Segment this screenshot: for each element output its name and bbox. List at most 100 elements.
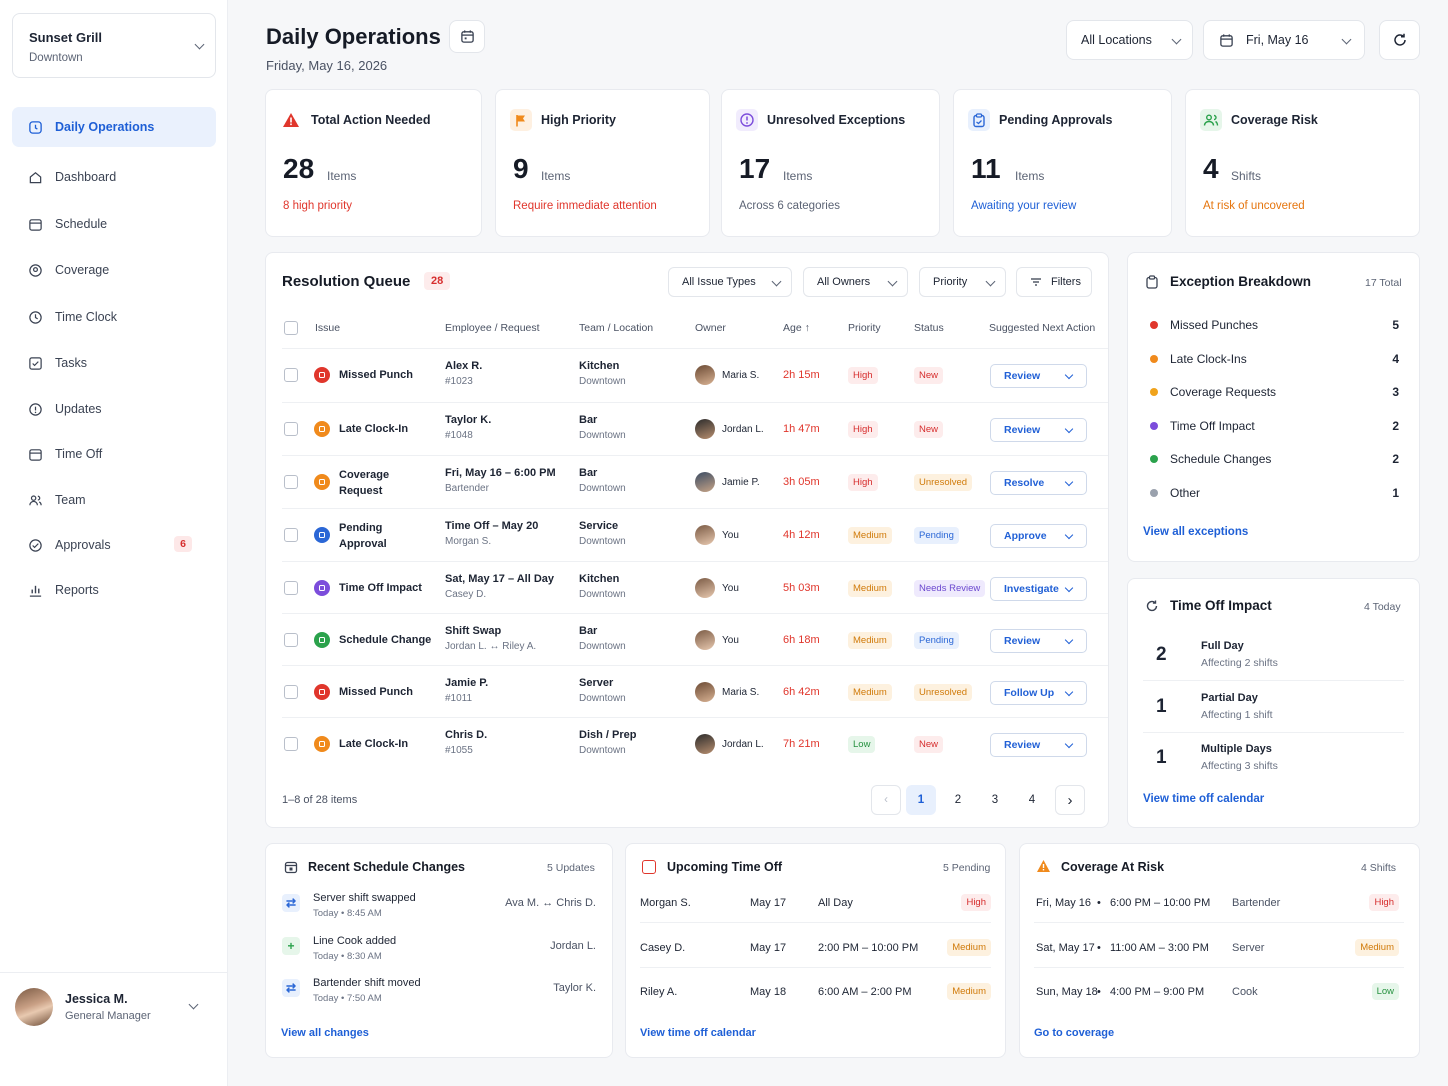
- calendar-icon: [29, 218, 42, 231]
- breakdown-label: Late Clock-Ins: [1170, 351, 1247, 366]
- chevron-down-icon: [194, 39, 205, 50]
- employee-name: Shift Swap: [445, 625, 502, 637]
- approvals-icon: [29, 538, 42, 552]
- employee-name: Time Off – May 20: [445, 520, 539, 532]
- row-checkbox[interactable]: [284, 737, 298, 751]
- select-all-checkbox[interactable]: [284, 321, 298, 335]
- impact-title: Multiple Days: [1201, 743, 1272, 755]
- sidebar-item-approvals[interactable]: Approvals 6: [12, 525, 216, 565]
- view-all-exceptions-link[interactable]: View all exceptions: [1143, 526, 1248, 538]
- table-row[interactable]: Pending Approval Time Off – May 20 Morgan …: [282, 508, 1108, 561]
- page-button-4[interactable]: 4: [1017, 785, 1047, 815]
- location-filter[interactable]: All Locations: [1066, 20, 1193, 60]
- table-row[interactable]: Missed Punch Jamie P. #1011 Server Downtown M…: [282, 665, 1108, 718]
- sidebar-item-tasks[interactable]: Tasks: [12, 343, 216, 383]
- table-row[interactable]: Missed Punch Alex R. #1023 Kitchen Downtown M…: [282, 348, 1108, 401]
- page-button-3[interactable]: 3: [980, 785, 1010, 815]
- next-action-button[interactable]: Review: [990, 733, 1087, 757]
- stat-card-coverage-risk[interactable]: Coverage Risk 4 Shifts At risk of uncovered: [1185, 89, 1420, 237]
- sidebar-item-dashboard[interactable]: Dashboard: [12, 157, 216, 197]
- stat-label: Pending Approvals: [999, 113, 1113, 127]
- upcoming-calendar-link[interactable]: View time off calendar: [640, 1027, 756, 1039]
- location-sub: Downtown: [29, 52, 83, 64]
- page-title: Daily Operations: [266, 24, 441, 49]
- warning-icon: [1037, 860, 1050, 872]
- employee-request: Taylor K. #1048: [445, 413, 491, 443]
- sidebar-item-updates[interactable]: Updates: [12, 389, 216, 429]
- queue-count-badge: 28: [424, 272, 451, 290]
- owner-name: You: [722, 635, 739, 646]
- go-to-coverage-link[interactable]: Go to coverage: [1034, 1027, 1114, 1039]
- table-row[interactable]: Late Clock-In Taylor K. #1048 Bar Downtown Jo…: [282, 402, 1108, 455]
- table-row[interactable]: Coverage Request Fri, May 16 – 6:00 PM Bar…: [282, 455, 1108, 508]
- date-filter[interactable]: Fri, May 16: [1203, 20, 1365, 60]
- next-page-button[interactable]: ›: [1055, 785, 1085, 815]
- issue-type-filter[interactable]: All Issue Types: [668, 267, 792, 297]
- stat-subtext: Require immediate attention: [513, 200, 657, 212]
- stat-card-unresolved-exceptions[interactable]: Unresolved Exceptions 17 Items Across 6 cat…: [721, 89, 940, 237]
- refresh-icon: [1393, 33, 1406, 46]
- sidebar-item-daily-operations[interactable]: Daily Operations: [12, 107, 216, 147]
- filters-button[interactable]: Filters: [1016, 267, 1092, 297]
- upcoming-meta: 5 Pending: [943, 862, 991, 874]
- user-menu[interactable]: Jessica M. General Manager: [0, 972, 228, 1050]
- sidebar-item-schedule[interactable]: Schedule: [12, 204, 216, 244]
- row-checkbox[interactable]: [284, 581, 298, 595]
- row-checkbox[interactable]: [284, 528, 298, 542]
- stat-label: High Priority: [541, 113, 617, 127]
- row-checkbox[interactable]: [284, 422, 298, 436]
- priority-filter-label: Priority: [933, 276, 968, 288]
- next-action-button[interactable]: Review: [990, 364, 1087, 388]
- stat-card-total-action-needed[interactable]: Total Action Needed 28 Items 8 high priorit…: [265, 89, 482, 237]
- stat-card-pending-approvals[interactable]: Pending Approvals 11 Items Awaiting your re…: [953, 89, 1172, 237]
- team-icon: [29, 494, 42, 505]
- owner-avatar: [695, 365, 715, 385]
- calendar-icon: [1220, 33, 1233, 47]
- view-time-off-calendar-link[interactable]: View time off calendar: [1143, 793, 1264, 805]
- location-selector[interactable]: Sunset Grill Downtown: [12, 13, 216, 78]
- row-checkbox[interactable]: [284, 633, 298, 647]
- sidebar-item-time-off[interactable]: Time Off: [12, 434, 216, 474]
- issue-glyph-icon: [319, 532, 325, 538]
- refresh-button[interactable]: [1379, 20, 1420, 60]
- next-action-button[interactable]: Review: [990, 418, 1087, 442]
- clipboard-check-icon: [968, 109, 990, 131]
- view-all-changes-link[interactable]: View all changes: [281, 1027, 369, 1039]
- sidebar: Sunset Grill Downtown Daily Operations Da…: [0, 0, 228, 1086]
- sidebar-item-time-clock[interactable]: Time Clock: [12, 297, 216, 337]
- next-action-button[interactable]: Review: [990, 629, 1087, 653]
- stat-card-high-priority[interactable]: High Priority 9 Items Require immediate att…: [495, 89, 710, 237]
- user-name: Jessica M.: [65, 992, 128, 1006]
- row-checkbox[interactable]: [284, 685, 298, 699]
- priority-filter[interactable]: Priority: [919, 267, 1006, 297]
- table-row[interactable]: Late Clock-In Chris D. #1055 Dish / Prep Dow…: [282, 717, 1108, 770]
- owner-filter[interactable]: All Owners: [803, 267, 908, 297]
- calendar-button[interactable]: [449, 20, 485, 53]
- next-action-button[interactable]: Investigate: [990, 577, 1087, 601]
- impact-sub: Affecting 3 shifts: [1201, 760, 1278, 772]
- prev-page-button[interactable]: ‹: [871, 785, 901, 815]
- page-button-1[interactable]: 1: [906, 785, 936, 815]
- time-off-hours: 2:00 PM – 10:00 PM: [818, 941, 919, 954]
- employee-name: Sat, May 17 – All Day: [445, 573, 555, 585]
- row-checkbox[interactable]: [284, 475, 298, 489]
- sidebar-item-coverage[interactable]: Coverage: [12, 250, 216, 290]
- location-name: Downtown: [579, 375, 626, 387]
- row-checkbox[interactable]: [284, 368, 298, 382]
- shift-time: 11:00 AM – 3:00 PM: [1110, 941, 1209, 954]
- sidebar-item-team[interactable]: Team: [12, 480, 216, 520]
- next-action-button[interactable]: Resolve: [990, 471, 1087, 495]
- chevron-down-icon: [985, 276, 996, 287]
- priority-badge: High: [848, 421, 878, 438]
- table-row[interactable]: Schedule Change Shift Swap Jordan L. ↔ Ril…: [282, 613, 1108, 666]
- page-button-2[interactable]: 2: [943, 785, 973, 815]
- team-location: Kitchen Downtown: [579, 572, 626, 602]
- owner-name: Jordan L.: [722, 739, 764, 750]
- table-row[interactable]: Time Off Impact Sat, May 17 – All Day Case…: [282, 561, 1108, 614]
- col-age[interactable]: Age ↑: [783, 322, 810, 334]
- approvals-count-badge: 6: [174, 536, 192, 552]
- next-action-button[interactable]: Follow Up: [990, 681, 1087, 705]
- next-action-button[interactable]: Approve: [990, 524, 1087, 548]
- shift-date: Fri, May 16: [1036, 897, 1092, 909]
- sidebar-item-reports[interactable]: Reports: [12, 570, 216, 610]
